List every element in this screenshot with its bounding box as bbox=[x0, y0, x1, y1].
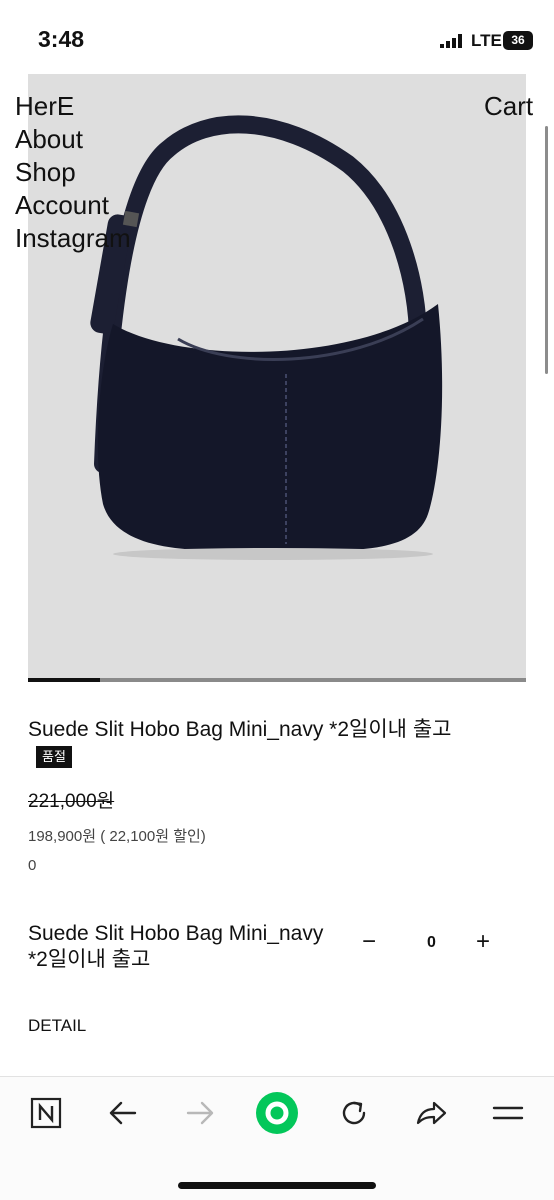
gallery-progress-fill bbox=[28, 678, 101, 682]
home-indicator bbox=[178, 1182, 376, 1189]
naver-n-icon[interactable] bbox=[24, 1091, 68, 1135]
original-price: 221,000원 bbox=[28, 791, 115, 812]
signal-icon bbox=[440, 34, 462, 48]
nav-about-link[interactable]: About bbox=[15, 123, 131, 156]
network-label: LTE bbox=[471, 31, 502, 50]
scrollbar[interactable] bbox=[545, 126, 548, 374]
quantity-value: 0 bbox=[427, 934, 436, 951]
share-icon[interactable] bbox=[409, 1091, 453, 1135]
home-circle-icon[interactable] bbox=[255, 1091, 299, 1135]
quantity-decrease-button[interactable]: − bbox=[362, 928, 376, 956]
back-arrow-icon[interactable] bbox=[101, 1091, 145, 1135]
cart-link[interactable]: Cart bbox=[484, 90, 533, 123]
sale-price: 198,900원 ( 22,100원 할인) bbox=[28, 828, 206, 845]
detail-heading: DETAIL bbox=[28, 1016, 87, 1035]
refresh-icon[interactable] bbox=[332, 1091, 376, 1135]
product-title: Suede Slit Hobo Bag Mini_navy *2일이내 출고 bbox=[28, 718, 452, 741]
menu-icon[interactable] bbox=[486, 1091, 530, 1135]
detail-text-cutoff bbox=[28, 1064, 528, 1076]
brand-link[interactable]: HerE bbox=[15, 90, 131, 123]
nav-instagram-link[interactable]: Instagram bbox=[15, 222, 131, 255]
option-name: Suede Slit Hobo Bag Mini_navy *2일이내 출고 bbox=[28, 922, 324, 971]
gallery-progress bbox=[28, 678, 526, 682]
quantity-increase-button[interactable]: + bbox=[476, 928, 490, 956]
forward-arrow-icon[interactable] bbox=[178, 1091, 222, 1135]
nav-shop-link[interactable]: Shop bbox=[15, 156, 131, 189]
points-value: 0 bbox=[28, 857, 37, 874]
status-time: 3:48 bbox=[38, 26, 85, 52]
nav-account-link[interactable]: Account bbox=[15, 189, 131, 222]
soldout-badge: 품절 bbox=[36, 746, 72, 768]
site-nav: HerE About Shop Account Instagram bbox=[15, 90, 131, 255]
battery-icon: 36 bbox=[503, 31, 533, 50]
status-bar: 3:48 LTE 36 bbox=[0, 0, 554, 74]
